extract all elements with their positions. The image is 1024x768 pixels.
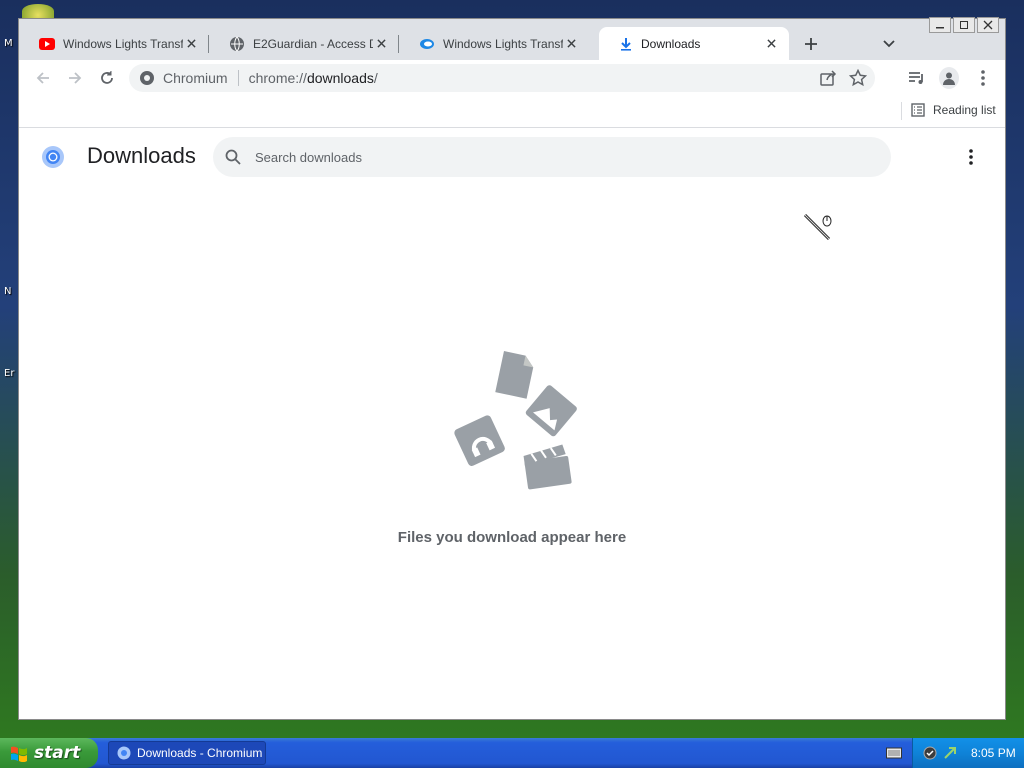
browser-window: Windows Lights Transform E2Guardian - Ac… <box>18 17 1006 720</box>
close-icon <box>983 20 993 30</box>
address-bar[interactable]: Chromium chrome://downloads/ <box>129 64 875 92</box>
tab-search-button[interactable] <box>879 34 899 54</box>
desktop-icon-label[interactable]: N <box>4 286 11 297</box>
downloads-header: Downloads <box>19 129 1005 185</box>
tab-youtube[interactable]: Windows Lights Transform <box>19 27 209 60</box>
reading-list-icon <box>911 103 925 117</box>
audio-file-icon <box>454 415 505 466</box>
chromium-logo-icon <box>42 146 64 168</box>
tab-title: Windows Lights Transform <box>63 36 183 51</box>
mouse-cursor-icon <box>803 213 832 241</box>
search-input[interactable] <box>255 149 815 165</box>
clock: 8:05 PM <box>971 746 1016 760</box>
tab-title: Windows Lights Transform <box>443 36 563 51</box>
tab-close-button[interactable] <box>563 36 579 52</box>
forward-button[interactable] <box>65 68 85 88</box>
system-tray: 8:05 PM <box>912 738 1024 768</box>
reading-list-label: Reading list <box>933 103 996 117</box>
more-vert-icon <box>981 70 985 86</box>
minimize-icon <box>936 27 944 29</box>
playlist-icon <box>909 72 923 84</box>
tab-downloads[interactable]: Downloads <box>599 27 789 60</box>
tab-close-button[interactable] <box>183 36 199 52</box>
desktop-icon-partial[interactable] <box>22 4 54 18</box>
reload-button[interactable] <box>97 68 117 88</box>
taskbar-button-label: Downloads - Chromium <box>137 746 263 760</box>
close-icon <box>766 39 776 48</box>
tab-title: E2Guardian - Access Deni <box>253 36 373 51</box>
downloads-menu-button[interactable] <box>961 147 981 167</box>
youtube-icon <box>39 37 55 50</box>
bookmarks-bar: Reading list <box>19 96 1005 128</box>
new-tab-button[interactable] <box>801 34 821 54</box>
edge-icon <box>420 38 434 49</box>
bookmarks-separator <box>901 102 902 120</box>
chromium-site-icon <box>140 71 154 85</box>
download-icon <box>621 37 631 51</box>
search-downloads-field[interactable] <box>213 137 891 177</box>
close-icon <box>376 39 386 48</box>
site-label: Chromium <box>163 70 228 86</box>
browser-menu-button[interactable] <box>973 68 993 88</box>
url-text: chrome://downloads/ <box>248 70 378 86</box>
more-vert-icon <box>969 149 973 165</box>
search-icon <box>225 149 241 165</box>
chevron-down-icon <box>883 40 895 48</box>
reading-list-button[interactable]: Reading list <box>911 103 996 117</box>
restore-icon <box>960 21 968 29</box>
empty-state-message: Files you download appear here <box>397 529 627 546</box>
video-clapper-icon <box>523 444 572 490</box>
plus-icon <box>805 38 817 50</box>
taskbar-chromium-button[interactable]: Downloads - Chromium <box>108 741 266 765</box>
person-icon <box>943 72 955 85</box>
close-window-button[interactable] <box>977 17 999 33</box>
omnibox-divider <box>237 70 239 86</box>
tab-strip: Windows Lights Transform E2Guardian - Ac… <box>19 17 1005 60</box>
browser-toolbar: Chromium chrome://downloads/ <box>19 60 1005 96</box>
restore-button[interactable] <box>953 17 975 33</box>
start-label: start <box>34 743 81 763</box>
bookmark-star-button[interactable] <box>848 68 868 90</box>
share-button[interactable] <box>819 69 837 90</box>
shield-icon[interactable] <box>923 746 937 760</box>
document-icon <box>495 351 534 399</box>
share-icon <box>820 70 837 86</box>
chromium-icon <box>117 746 131 760</box>
window-controls <box>929 17 999 33</box>
tab-title: Downloads <box>641 36 701 51</box>
page-title: Downloads <box>87 143 196 168</box>
tab-close-button[interactable] <box>763 36 779 52</box>
minimize-button[interactable] <box>929 17 951 33</box>
arrow-right-icon <box>69 72 82 84</box>
taskbar: start Downloads - Chromium 8:05 PM <box>0 738 1024 768</box>
profile-button[interactable] <box>939 67 959 89</box>
keyboard-icon[interactable] <box>886 746 902 760</box>
avatar <box>939 67 959 89</box>
globe-icon <box>230 36 244 51</box>
back-button[interactable] <box>33 68 53 88</box>
arrow-left-icon <box>36 72 49 84</box>
desktop-icon-label[interactable]: Er <box>4 368 14 379</box>
windows-flag-icon <box>11 746 27 762</box>
network-icon[interactable] <box>943 746 957 760</box>
tab-e2guardian[interactable]: E2Guardian - Access Deni <box>209 27 399 60</box>
image-icon <box>525 385 577 437</box>
tab-close-button[interactable] <box>373 36 389 52</box>
reload-icon <box>101 71 113 84</box>
start-button[interactable]: start <box>0 738 98 768</box>
tab-windows-lights[interactable]: Windows Lights Transform <box>399 27 589 60</box>
omnibox-actions <box>819 68 868 90</box>
empty-downloads-illustration <box>454 351 577 490</box>
desktop-icon-label[interactable]: M <box>4 38 13 49</box>
close-icon <box>186 39 196 48</box>
close-icon <box>566 39 576 48</box>
media-controls-button[interactable] <box>907 68 927 88</box>
star-icon <box>848 68 868 87</box>
